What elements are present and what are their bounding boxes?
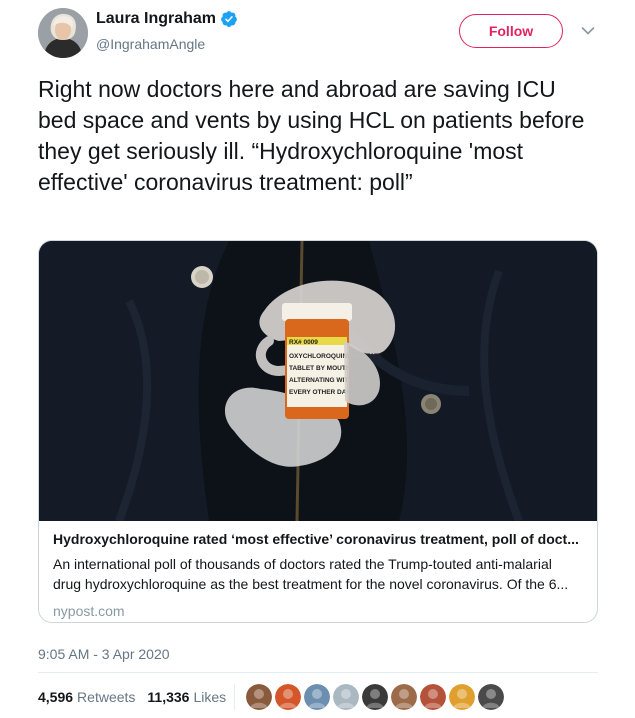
chevron-down-icon[interactable] [581, 26, 595, 36]
stats-separator [234, 684, 235, 710]
bottle-label-line-5: EVERY OTHER DAY [289, 389, 351, 396]
liker-avatar[interactable] [362, 684, 388, 710]
bottle-label-line-3: TABLET BY MOUTH [289, 365, 351, 372]
liker-avatar[interactable] [333, 684, 359, 710]
liker-avatar[interactable] [304, 684, 330, 710]
card-body: Hydroxychloroquine rated ‘most effective… [53, 529, 583, 620]
liker-avatar[interactable] [449, 684, 475, 710]
likes-label: Likes [193, 689, 227, 705]
liker-avatar[interactable] [420, 684, 446, 710]
link-card[interactable]: RX# 0009 OXYCHLOROQUINE SULFATE TABLET B… [38, 240, 598, 623]
liker-avatars [246, 684, 507, 710]
author-avatar[interactable] [38, 8, 88, 58]
tweet: Laura Ingraham @IngrahamAngle Follow Rig… [0, 0, 635, 718]
author-name-row: Laura Ingraham [96, 10, 238, 28]
card-title[interactable]: Hydroxychloroquine rated ‘most effective… [53, 529, 583, 549]
likes-stat[interactable]: 11,336 Likes [147, 689, 226, 705]
divider [38, 672, 598, 673]
tweet-text: Right now doctors here and abroad are sa… [38, 76, 585, 195]
retweets-label: Retweets [77, 689, 136, 705]
likes-count: 11,336 [147, 689, 190, 705]
avatar-image [38, 8, 88, 58]
liker-avatar[interactable] [478, 684, 504, 710]
liker-avatar[interactable] [275, 684, 301, 710]
retweets-count: 4,596 [38, 689, 74, 705]
card-domain: nypost.com [53, 603, 125, 619]
verified-badge-icon [221, 11, 237, 27]
bottle-label-line-1: RX# 0009 [289, 339, 318, 346]
card-description: An international poll of thousands of do… [53, 556, 569, 592]
liker-avatar[interactable] [246, 684, 272, 710]
author-handle[interactable]: @IngrahamAngle [96, 36, 205, 52]
author-display-name[interactable]: Laura Ingraham [96, 10, 216, 28]
retweets-stat[interactable]: 4,596 Retweets [38, 689, 135, 705]
tweet-timestamp[interactable]: 9:05 AM - 3 Apr 2020 [38, 646, 170, 662]
bottle-label-line-4: ALTERNATING WITH [289, 377, 353, 384]
card-image: RX# 0009 OXYCHLOROQUINE SULFATE TABLET B… [39, 241, 597, 521]
follow-button[interactable]: Follow [459, 14, 563, 48]
tweet-stats: 4,596 Retweets 11,336 Likes [38, 689, 238, 705]
liker-avatar[interactable] [391, 684, 417, 710]
